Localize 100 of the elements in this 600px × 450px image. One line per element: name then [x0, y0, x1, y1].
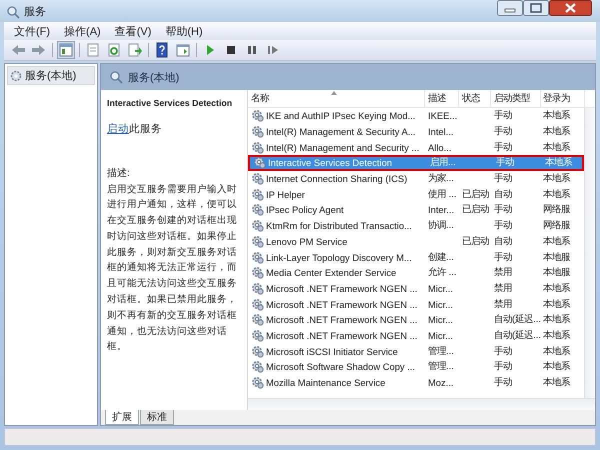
table-cell: 手动: [494, 109, 512, 122]
gear-icon: [251, 266, 264, 280]
gear-icon: [251, 298, 264, 311]
close-icon[interactable]: [549, 0, 592, 16]
service-name: Interactive Services Detection: [107, 98, 234, 108]
gear-icon: [251, 328, 264, 342]
menu-item[interactable]: 操作(A): [64, 24, 101, 38]
pane-icon[interactable]: [58, 42, 74, 58]
tab[interactable]: 标准: [140, 410, 174, 425]
table-cell: 本地系: [543, 172, 570, 186]
document-icon[interactable]: [85, 42, 101, 58]
table-cell: 本地系: [543, 376, 570, 390]
service-row[interactable]: IPsec Policy Agent Inter... 已启动 手动 网络服: [248, 202, 584, 218]
table-cell: 允许 ...: [428, 266, 456, 280]
table-cell: Microsoft Software Shadow Copy ...: [266, 361, 416, 372]
table-cell: 禁用: [494, 282, 512, 295]
table-cell: 自动: [494, 234, 512, 248]
forward-arrow-icon[interactable]: [31, 42, 47, 58]
description-text: 启用交互服务需要用户输入时进行用户通知，这样，便可以在交互服务创建的对话框出现时访问这些对话框。如果停止此服务，则对新交互服务对话框的通知将无法正常运行，而且可能无法访问这些交互服务对话框。如果已禁用此服务，则不再有新的交互服务对话框通知，也无法访问这些对话框。: [107, 182, 238, 354]
table-cell: 网络服: [543, 203, 570, 216]
table-cell: Micr...: [428, 314, 453, 326]
table-cell: Micr...: [428, 330, 453, 341]
service-row[interactable]: Microsoft .NET Framework NGEN ... Micr... 自动(延迟... 本地系: [248, 312, 584, 328]
table-cell: 为家...: [428, 172, 454, 186]
table-cell: Allo...: [428, 142, 452, 153]
pane-title: 服务(本地): [128, 70, 180, 84]
help-icon[interactable]: [154, 42, 170, 58]
table-cell: Microsoft .NET Framework NGEN ...: [266, 330, 418, 341]
table-cell: 手动: [494, 219, 512, 232]
table-cell: 手动: [494, 344, 512, 358]
service-row[interactable]: Microsoft iSCSI Initiator Service 管理... 手动 本地系: [248, 343, 584, 359]
table-cell: 手动: [494, 376, 512, 390]
table-cell: 管理...: [428, 360, 454, 374]
table-cell: Micr...: [428, 298, 453, 310]
table-cell: Moz...: [428, 377, 454, 388]
column-header[interactable]: 状态: [459, 90, 491, 107]
gear-icon: [253, 156, 266, 170]
column-header[interactable]: 登录为: [541, 90, 585, 107]
gear-icon: [251, 109, 264, 122]
gear-icon: [251, 219, 264, 232]
menu-item[interactable]: 帮助(H): [165, 24, 203, 38]
maximize-icon[interactable]: [523, 0, 549, 16]
start-link[interactable]: 启动: [107, 123, 129, 135]
service-row[interactable]: Link-Layer Topology Discovery M... 创建... 手动 本地服: [248, 249, 584, 265]
service-row[interactable]: KtmRm for Distributed Transactio... 协调... 手动 网络服: [248, 218, 584, 234]
table-cell: 本地系: [545, 156, 572, 170]
table-cell: Microsoft iSCSI Initiator Service: [266, 346, 398, 357]
tree-item[interactable]: 服务(本地): [7, 66, 95, 85]
table-cell: Mozilla Maintenance Service: [266, 377, 386, 388]
service-row[interactable]: Microsoft Software Shadow Copy ... 管理... 手动 本地系: [248, 359, 584, 375]
table-cell: 手动: [494, 140, 512, 154]
table-cell: 禁用: [494, 266, 512, 280]
gear-icon: [251, 234, 264, 248]
search-icon: [6, 4, 20, 18]
column-header[interactable]: 名称: [248, 90, 425, 107]
table-cell: 本地系: [543, 313, 570, 326]
service-row[interactable]: IP Helper 使用 ... 已启动 自动 本地系: [248, 186, 584, 202]
tab[interactable]: 扩展: [105, 410, 139, 425]
gear-icon: [251, 203, 264, 216]
gear-icon: [251, 140, 264, 154]
table-cell: Intel(R) Management & Security A...: [266, 126, 416, 138]
column-header[interactable]: 启动类型: [491, 90, 541, 107]
table-cell: Micr...: [428, 282, 453, 294]
menu-item[interactable]: 查看(V): [114, 24, 152, 38]
service-row[interactable]: Intel(R) Management and Security ... Allo... 手动 本地系: [248, 139, 584, 156]
table-cell: 本地系: [543, 109, 570, 122]
gear-icon: [251, 172, 264, 186]
service-row[interactable]: Microsoft .NET Framework NGEN ... Micr... 禁用 本地系: [248, 296, 584, 312]
table-cell: 已启动: [462, 234, 489, 248]
table-cell: IKEE...: [428, 110, 458, 122]
table-cell: 自动: [494, 188, 512, 201]
table-cell: Intel...: [428, 126, 454, 138]
gear-icon: [251, 313, 264, 326]
table-cell: Microsoft .NET Framework NGEN ...: [266, 282, 418, 294]
table-cell: KtmRm for Distributed Transactio...: [266, 220, 412, 232]
minimize-icon[interactable]: [497, 0, 523, 16]
window-icon[interactable]: [175, 42, 191, 58]
service-row[interactable]: Intel(R) Management & Security A... Intel... 手动 本地系: [248, 124, 584, 140]
refresh-icon[interactable]: [106, 42, 122, 58]
menu-item[interactable]: 文件(F): [14, 24, 50, 38]
table-cell: 本地系: [543, 188, 570, 201]
table-cell: 已启动: [462, 188, 489, 201]
service-row[interactable]: Microsoft .NET Framework NGEN ... Micr... 禁用 本地系: [248, 280, 584, 296]
back-arrow-icon[interactable]: [10, 42, 26, 58]
table-cell: 本地系: [543, 234, 570, 248]
service-row[interactable]: Lenovo PM Service 已启动 自动 本地系: [248, 234, 584, 250]
service-row[interactable]: Microsoft .NET Framework NGEN ... Micr... 自动(延迟... 本地系: [248, 328, 584, 344]
service-row[interactable]: Media Center Extender Service 允许 ... 禁用 本地服: [248, 264, 584, 281]
gear-icon: [251, 125, 264, 138]
service-row[interactable]: Internet Connection Sharing (ICS) 为家... 手动 本地系: [248, 170, 584, 186]
table-cell: 本地服: [543, 266, 570, 280]
gear-icon: [251, 250, 264, 264]
export-icon[interactable]: [127, 42, 143, 58]
service-row[interactable]: IKE and AuthIP IPsec Keying Mod... IKEE... 手动 本地系: [248, 108, 584, 124]
column-header[interactable]: 描述: [425, 90, 459, 107]
table-cell: 管理...: [428, 344, 454, 358]
action-text: 此服务: [129, 123, 162, 135]
table-cell: 本地系: [543, 282, 570, 295]
service-row[interactable]: Mozilla Maintenance Service Moz... 手动 本地系: [248, 374, 584, 390]
table-cell: 禁用: [494, 298, 512, 311]
